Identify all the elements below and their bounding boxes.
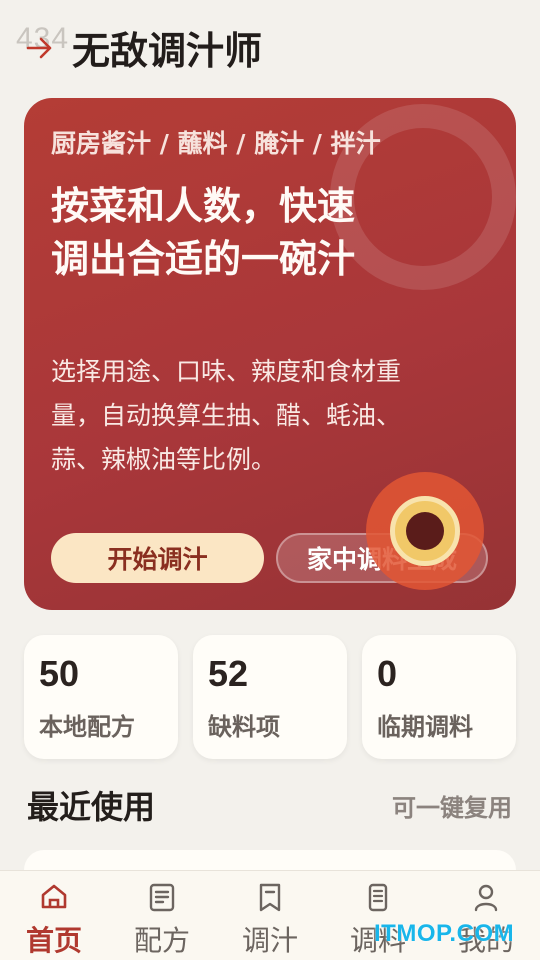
sauce-bowl-inner: [406, 512, 444, 550]
start-mixing-button[interactable]: 开始调汁: [51, 533, 264, 583]
hero-description: 选择用途、口味、辣度和食材重量，自动换算生抽、醋、蚝油、蒜、辣椒油等比例。: [51, 357, 402, 474]
stat-value: 50: [39, 653, 80, 694]
watermark-text: ITMOP.COM: [374, 920, 515, 947]
stat-card-local-recipes[interactable]: 50 本地配方: [24, 635, 178, 759]
stat-value: 0: [377, 653, 398, 694]
nav-label: 配方: [133, 924, 190, 957]
home-icon: [41, 884, 67, 909]
hero-tags: 厨房酱汁 / 蘸料 / 腌汁 / 拌汁: [51, 129, 381, 158]
stat-card-missing-items[interactable]: 52 缺料项: [193, 635, 347, 759]
stat-label: 临期调料: [377, 713, 473, 741]
bookmark-icon: [259, 883, 281, 912]
nav-item-recipes[interactable]: 配方: [108, 871, 216, 960]
stat-card-expiring-seasonings[interactable]: 0 临期调料: [362, 635, 516, 759]
reuse-link[interactable]: 可一键复用: [392, 788, 512, 823]
sauce-bowl-icon: [390, 496, 460, 566]
app-title: 无敌调汁师: [72, 29, 263, 73]
stat-label: 缺料项: [208, 713, 280, 741]
person-icon: [474, 884, 498, 912]
hero-card: 厨房酱汁 / 蘸料 / 腌汁 / 拌汁 按菜和人数，快速调出合适的一碗汁 选择用…: [24, 98, 516, 610]
nav-item-home[interactable]: 首页: [0, 871, 108, 960]
back-arrow-icon[interactable]: [26, 34, 54, 62]
document-icon: [149, 883, 175, 912]
nav-label: 调汁: [241, 924, 298, 957]
nav-item-mix[interactable]: 调汁: [216, 871, 324, 960]
stat-value: 52: [208, 653, 249, 694]
app-header: 434 无敌调汁师: [0, 0, 540, 96]
stat-label: 本地配方: [39, 713, 135, 741]
hero-headline: 按菜和人数，快速调出合适的一碗汁: [51, 184, 356, 281]
nav-label: 首页: [25, 924, 82, 957]
recent-section-title: 最近使用: [27, 788, 156, 826]
bottle-icon: [368, 883, 388, 912]
